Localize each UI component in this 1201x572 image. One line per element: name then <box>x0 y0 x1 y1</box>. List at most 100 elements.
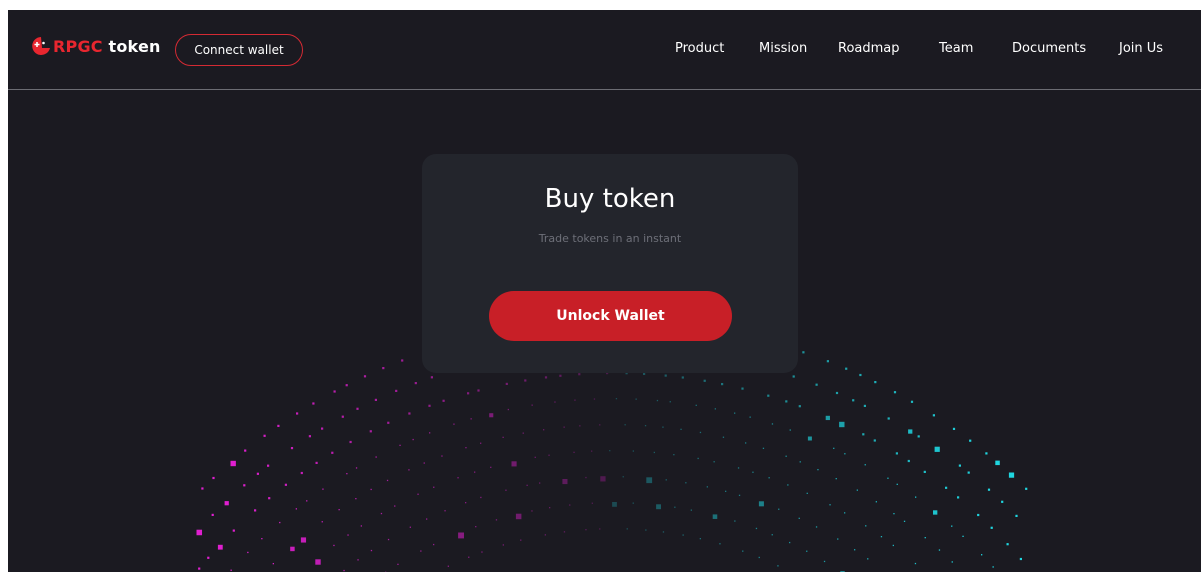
particle-dot <box>441 455 443 457</box>
particle-dot <box>290 546 295 552</box>
particle-dot <box>331 451 334 454</box>
particle-dot <box>771 534 773 536</box>
particle-dot <box>864 464 866 466</box>
particle-dot <box>279 521 281 524</box>
particle-dot <box>524 379 527 382</box>
particle-dot <box>845 367 848 370</box>
particle-dot <box>734 520 736 522</box>
particle-dot <box>798 405 801 408</box>
particle-dot <box>447 565 449 567</box>
particle-dot <box>699 538 701 540</box>
particle-dot <box>544 534 546 536</box>
particle-dot <box>749 416 751 418</box>
particle-dot <box>777 565 779 567</box>
particle-dot <box>806 492 808 494</box>
particle-dot <box>893 513 895 515</box>
nav-team[interactable]: Team <box>939 41 973 57</box>
particle-dot <box>579 425 581 427</box>
particle-dot <box>962 535 964 537</box>
particle-dot <box>951 561 953 563</box>
particle-dot <box>852 399 855 402</box>
particle-dot <box>474 471 476 473</box>
particle-dot <box>522 432 524 434</box>
particle-dot <box>792 375 795 378</box>
nav-roadmap[interactable]: Roadmap <box>838 41 900 57</box>
particle-dot <box>967 471 970 474</box>
nav-mission[interactable]: Mission <box>759 41 807 57</box>
particle-dot <box>632 450 634 452</box>
particle-dot <box>256 472 259 475</box>
particle-dot <box>874 381 877 384</box>
top-navbar: RPGC token Connect wallet Product Missio… <box>8 10 1201 90</box>
particle-dot <box>958 464 961 467</box>
particle-dot <box>338 509 340 511</box>
particle-dot <box>284 483 287 486</box>
particle-dot <box>1008 472 1015 478</box>
particle-dot <box>349 440 352 444</box>
particle-dot <box>355 498 357 500</box>
particle-dot <box>458 532 465 539</box>
particle-dot <box>481 551 483 553</box>
particle-dot <box>600 476 606 482</box>
particle-dot <box>767 394 770 397</box>
particle-dot <box>752 471 754 473</box>
particle-dot <box>755 527 758 530</box>
particle-dot <box>295 508 297 510</box>
particle-dot <box>907 459 910 463</box>
nav-documents[interactable]: Documents <box>1012 41 1086 57</box>
particle-dot <box>599 528 601 530</box>
particle-dot <box>807 436 812 441</box>
particle-dot <box>599 424 601 426</box>
particle-dot <box>387 421 390 424</box>
particle-dot <box>490 466 492 468</box>
particle-dot <box>457 477 459 479</box>
particle-dot <box>211 513 214 516</box>
particle-dot <box>578 373 581 376</box>
particle-dot <box>386 479 389 482</box>
particle-dot <box>539 482 541 484</box>
particle-dot <box>713 461 715 463</box>
particle-dot <box>382 367 385 370</box>
particle-dot <box>593 398 596 400</box>
particle-dot <box>563 426 565 428</box>
particle-dot <box>531 404 533 406</box>
particle-dot <box>681 376 684 379</box>
particle-dot <box>465 502 467 504</box>
particle-dot <box>985 452 988 455</box>
particle-dot <box>856 489 858 491</box>
particle-dot <box>468 556 470 558</box>
particle-dot <box>430 376 433 379</box>
particle-dot <box>1015 514 1018 517</box>
particle-dot <box>908 429 913 434</box>
buy-token-card: Buy token Trade tokens in an instant Unl… <box>422 154 798 373</box>
particle-dot <box>674 506 676 508</box>
particle-dot <box>515 513 522 520</box>
particle-dot <box>217 544 223 550</box>
nav-join-us[interactable]: Join Us <box>1119 41 1163 57</box>
particle-dot <box>645 529 647 531</box>
nav-product[interactable]: Product <box>675 41 724 57</box>
particle-dot <box>321 427 324 430</box>
brand-logo[interactable]: RPGC token <box>30 36 161 56</box>
connect-wallet-button[interactable]: Connect wallet <box>175 34 303 66</box>
particle-dot <box>817 469 819 471</box>
particle-dot <box>725 490 727 492</box>
particle-dot <box>741 387 744 390</box>
particle-dot <box>267 464 270 467</box>
particle-dot <box>758 556 760 559</box>
particle-dot <box>643 372 646 375</box>
particle-dot <box>865 525 867 527</box>
particle-dot <box>1025 487 1028 490</box>
particle-dot <box>356 407 359 410</box>
particle-dot <box>420 550 422 552</box>
particle-dot <box>453 423 455 425</box>
particle-dot <box>893 391 897 394</box>
unlock-wallet-button[interactable]: Unlock Wallet <box>489 291 732 341</box>
particle-dot <box>1006 543 1009 546</box>
particle-dot <box>990 526 993 529</box>
particle-dot <box>502 436 504 438</box>
particle-dot <box>346 473 348 475</box>
particle-dot <box>465 447 467 449</box>
particle-dot <box>429 432 431 434</box>
particle-dot <box>778 508 780 510</box>
